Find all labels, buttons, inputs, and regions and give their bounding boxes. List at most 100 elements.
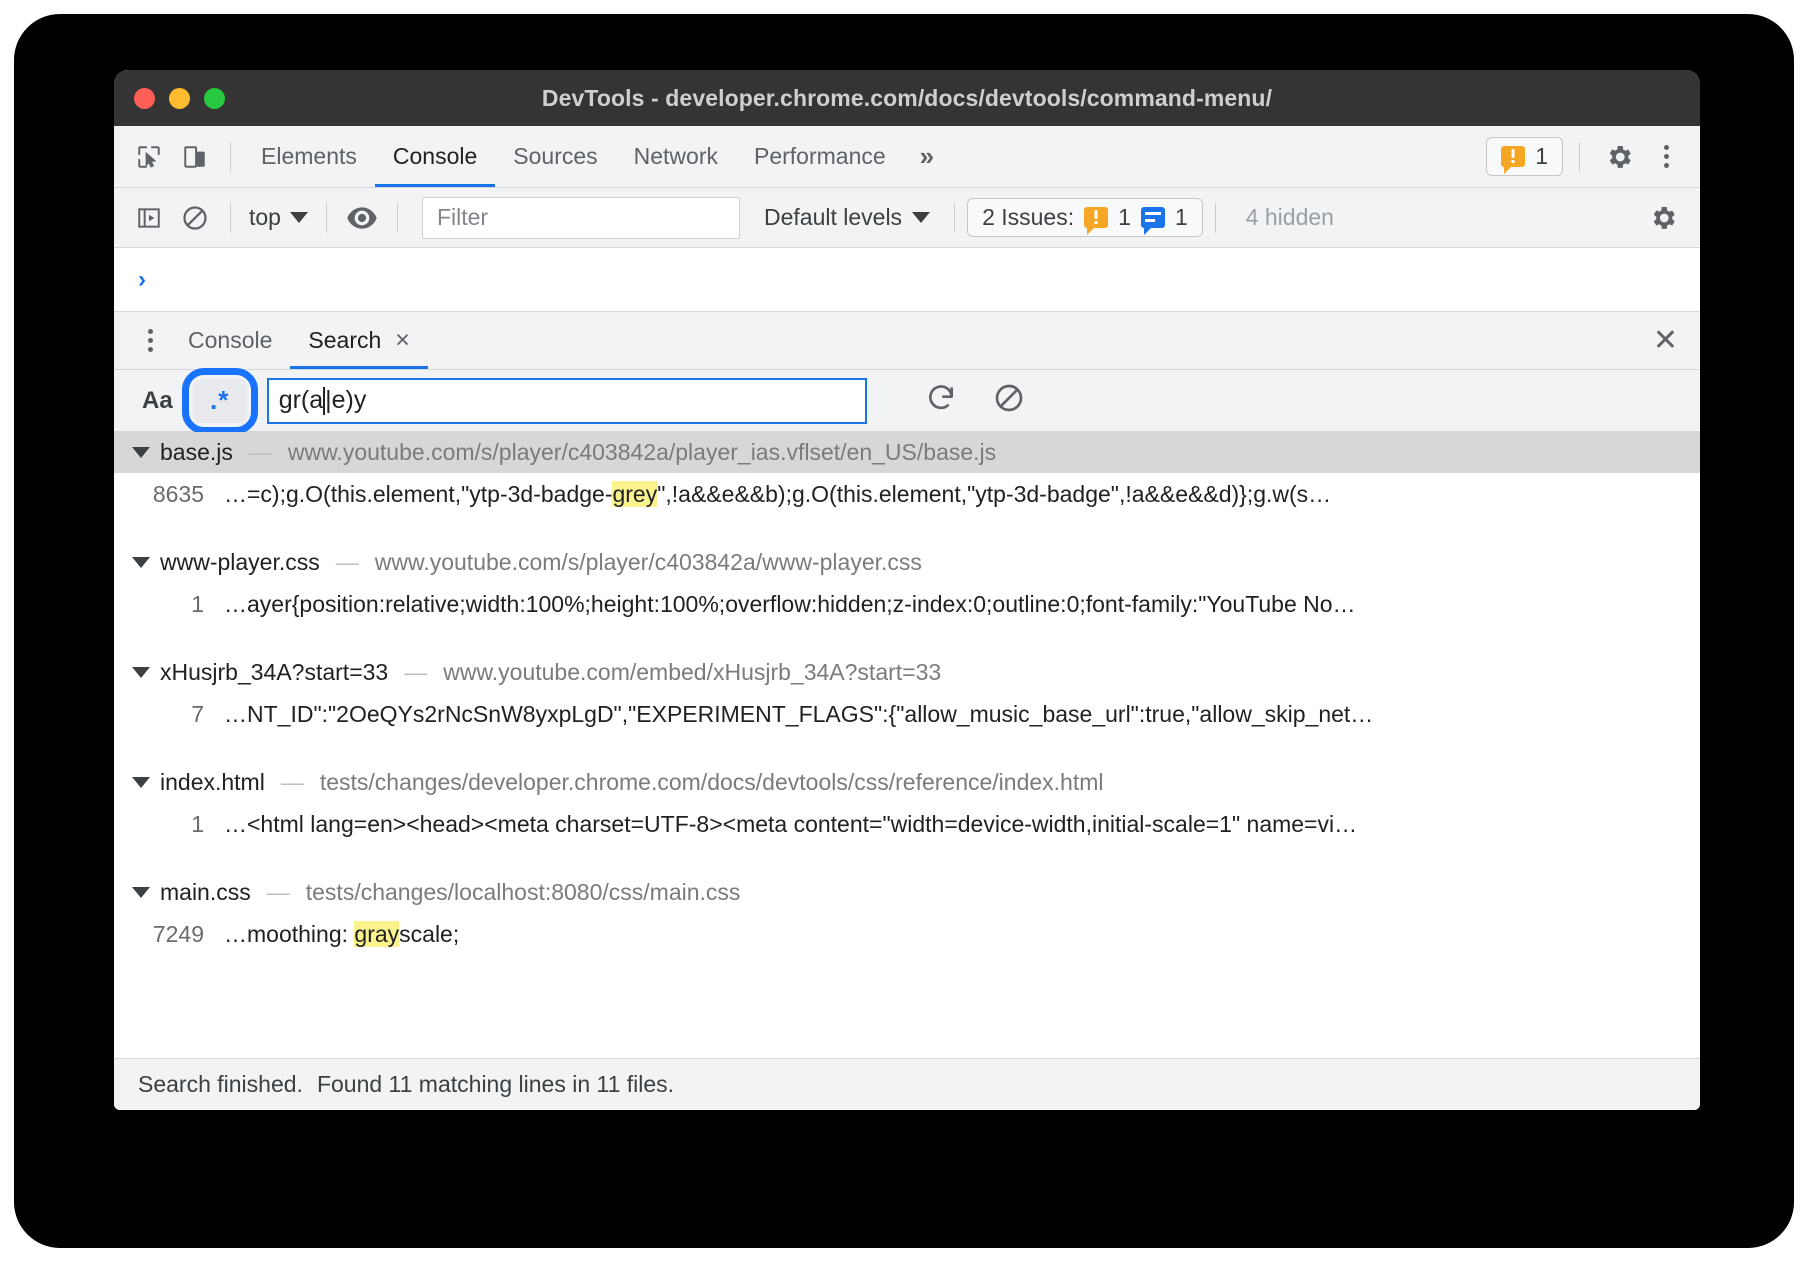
kebab-menu-icon[interactable] (1646, 137, 1686, 177)
result-file-name: xHusjrb_34A?start=33 (160, 659, 388, 686)
refresh-icon[interactable] (925, 382, 957, 419)
minimize-window-button[interactable] (169, 88, 190, 109)
search-query-input[interactable]: gr(a|e)y (267, 378, 867, 424)
result-snippet: …moothing: grayscale; (224, 921, 1700, 948)
device-toolbar-icon[interactable] (172, 135, 218, 179)
issues-summary-button[interactable]: 2 Issues: 1 1 (967, 198, 1203, 237)
issues-warning-count: 1 (1118, 204, 1131, 231)
result-file-path: www.youtube.com/s/player/c403842a/player… (288, 439, 996, 466)
snippet-post: ",!a&&e&&b);g.O(this.element,"ytp-3d-bad… (657, 481, 1331, 507)
match-case-button[interactable]: Aa (134, 387, 181, 415)
gear-icon[interactable] (1640, 196, 1686, 240)
result-separator: — (275, 769, 310, 796)
maximize-window-button[interactable] (204, 88, 225, 109)
result-file-name: main.css (160, 879, 251, 906)
tab-sources[interactable]: Sources (495, 126, 615, 187)
result-snippet: …NT_ID":"2OeQYs2rNcSnW8yxpLgD","EXPERIME… (224, 701, 1700, 728)
snippet-pre: …=c);g.O(this.element,"ytp-3d-badge- (224, 481, 612, 507)
screenshot-root: DevTools - developer.chrome.com/docs/dev… (0, 0, 1808, 1262)
result-file-path: www.youtube.com/s/player/c403842a/www-pl… (375, 549, 922, 576)
log-levels-value: Default levels (764, 204, 902, 231)
tab-performance[interactable]: Performance (736, 126, 904, 187)
expand-triangle-icon[interactable] (132, 887, 150, 898)
warning-bubble-icon (1501, 146, 1525, 167)
toolbar-divider (1579, 142, 1580, 172)
inspect-cursor-icon[interactable] (126, 135, 172, 179)
result-snippet: …=c);g.O(this.element,"ytp-3d-badge-grey… (224, 481, 1700, 508)
regex-toggle-button[interactable]: .* (193, 379, 247, 423)
filter-input[interactable]: Filter (422, 197, 740, 239)
close-icon[interactable]: × (395, 328, 410, 353)
search-status-bar: Search finished. Found 11 matching lines… (114, 1058, 1700, 1110)
result-snippet: …<html lang=en><head><meta charset=UTF-8… (224, 811, 1700, 838)
chevron-down-icon (290, 212, 308, 223)
search-status-part2: Found 11 matching lines in 11 files. (317, 1071, 674, 1098)
console-sidebar-icon[interactable] (126, 196, 172, 240)
issues-badge-count: 1 (1535, 143, 1548, 170)
tab-console[interactable]: Console (375, 126, 495, 187)
result-file-row[interactable]: index.html — tests/changes/developer.chr… (114, 762, 1700, 803)
clear-console-icon[interactable] (172, 196, 218, 240)
result-gap (114, 846, 1700, 872)
result-match-row[interactable]: 7 …NT_ID":"2OeQYs2rNcSnW8yxpLgD","EXPERI… (114, 693, 1700, 736)
tab-network[interactable]: Network (616, 126, 736, 187)
result-match-row[interactable]: 1 …<html lang=en><head><meta charset=UTF… (114, 803, 1700, 846)
drawer-tab-search[interactable]: Search × (290, 312, 427, 369)
issues-info-count: 1 (1175, 204, 1188, 231)
console-filter-toolbar: top Filter Default levels 2 Issues: 1 (114, 188, 1700, 248)
result-file-path: tests/changes/developer.chrome.com/docs/… (320, 769, 1104, 796)
snippet-pre: …<html lang=en><head><meta charset=UTF-8… (224, 811, 1357, 837)
main-toolbar-right: 1 (1486, 135, 1700, 179)
result-gap (114, 736, 1700, 762)
gear-icon[interactable] (1596, 135, 1642, 179)
result-match-row[interactable]: 7249 …moothing: grayscale; (114, 913, 1700, 956)
result-gap (114, 626, 1700, 652)
expand-triangle-icon[interactable] (132, 667, 150, 678)
search-results-list[interactable]: base.js — www.youtube.com/s/player/c4038… (114, 432, 1700, 1058)
devtools-window: DevTools - developer.chrome.com/docs/dev… (114, 70, 1700, 1110)
toolbar-divider (230, 203, 231, 233)
kebab-menu-icon[interactable] (130, 321, 170, 361)
issues-badge-button[interactable]: 1 (1486, 137, 1563, 176)
result-match-row[interactable]: 8635 …=c);g.O(this.element,"ytp-3d-badge… (114, 473, 1700, 516)
close-window-button[interactable] (134, 88, 155, 109)
result-file-name: www-player.css (160, 549, 320, 576)
clear-search-icon[interactable] (993, 382, 1025, 419)
drawer-tab-bar-right: ✕ (1653, 326, 1700, 356)
search-toolbar: Aa .* gr(a|e)y (114, 370, 1700, 432)
main-tab-toolbar: Elements Console Sources Network Perform… (114, 126, 1700, 188)
expand-triangle-icon[interactable] (132, 777, 150, 788)
drawer-tab-bar: Console Search × ✕ (114, 312, 1700, 370)
log-levels-selector[interactable]: Default levels (752, 204, 942, 231)
console-prompt-area[interactable]: › (114, 248, 1700, 312)
toolbar-divider (954, 203, 955, 233)
result-file-row[interactable]: xHusjrb_34A?start=33 — www.youtube.com/e… (114, 652, 1700, 693)
result-line-number: 7249 (114, 921, 224, 948)
toolbar-divider (397, 203, 398, 233)
result-file-row[interactable]: base.js — www.youtube.com/s/player/c4038… (114, 432, 1700, 473)
chevron-down-icon (912, 212, 930, 223)
drawer-tab-console[interactable]: Console (170, 312, 290, 369)
toolbar-divider (326, 203, 327, 233)
result-file-row[interactable]: main.css — tests/changes/localhost:8080/… (114, 872, 1700, 913)
window-controls[interactable] (134, 88, 225, 109)
window-titlebar: DevTools - developer.chrome.com/docs/dev… (114, 70, 1700, 126)
result-file-row[interactable]: www-player.css — www.youtube.com/s/playe… (114, 542, 1700, 583)
result-match-row[interactable]: 1 …ayer{position:relative;width:100%;hei… (114, 583, 1700, 626)
execution-context-value: top (249, 204, 281, 231)
live-expression-eye-icon[interactable] (339, 196, 385, 240)
more-tabs-chevron-icon[interactable]: » (904, 141, 947, 172)
close-drawer-icon[interactable]: ✕ (1653, 324, 1678, 357)
tab-elements[interactable]: Elements (243, 126, 375, 187)
expand-triangle-icon[interactable] (132, 447, 150, 458)
snippet-match: gray (354, 921, 399, 947)
result-separator: — (261, 879, 296, 906)
result-line-number: 1 (114, 591, 224, 618)
hidden-messages-label[interactable]: 4 hidden (1228, 204, 1352, 231)
execution-context-selector[interactable]: top (243, 204, 314, 231)
expand-triangle-icon[interactable] (132, 557, 150, 568)
result-gap (114, 516, 1700, 542)
search-query-after-caret: |e)y (325, 386, 366, 415)
result-snippet: …ayer{position:relative;width:100%;heigh… (224, 591, 1700, 618)
regex-icon: .* (210, 393, 229, 409)
